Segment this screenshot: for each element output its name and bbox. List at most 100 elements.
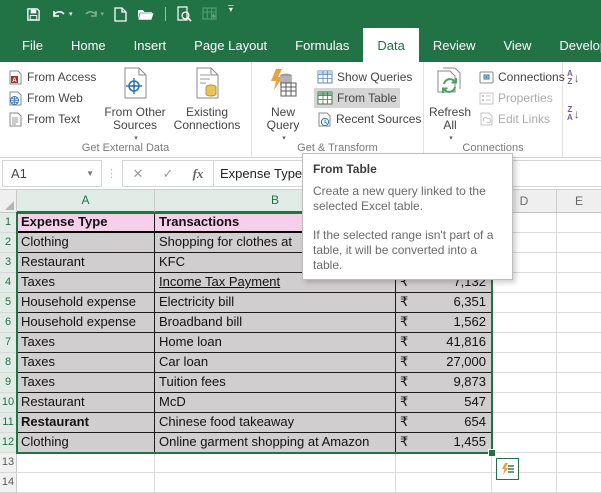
row-header-7[interactable]: 7 [0, 333, 17, 353]
cell-D12[interactable] [492, 433, 557, 453]
row-header-6[interactable]: 6 [0, 313, 17, 333]
tab-file[interactable]: File [8, 28, 57, 62]
cell-C14[interactable] [396, 473, 492, 493]
cell-E7[interactable] [557, 333, 601, 353]
column-header-a[interactable]: A [17, 190, 155, 213]
from-table-button[interactable]: From Table [314, 88, 400, 108]
cell-D6[interactable] [492, 313, 557, 333]
tab-data[interactable]: Data [363, 28, 419, 62]
cell-B5[interactable]: Electricity bill [155, 293, 396, 313]
cell-A14[interactable] [17, 473, 155, 493]
cell-B11[interactable]: Chinese food takeaway [155, 413, 396, 433]
cell-D10[interactable] [492, 393, 557, 413]
cell-E3[interactable] [557, 253, 601, 273]
tab-review[interactable]: Review [419, 28, 490, 62]
cell-E14[interactable] [557, 473, 601, 493]
quick-analysis-button[interactable] [496, 458, 519, 480]
insert-function-icon[interactable]: fx [183, 166, 213, 182]
refresh-all-button[interactable]: Refresh All ▾ [426, 64, 474, 142]
cell-B9[interactable]: Tuition fees [155, 373, 396, 393]
new-document-icon[interactable] [114, 4, 127, 24]
cell-E9[interactable] [557, 373, 601, 393]
cell-E10[interactable] [557, 393, 601, 413]
cell-E8[interactable] [557, 353, 601, 373]
cell-C10[interactable]: ₹547 [396, 393, 492, 413]
row-header-13[interactable]: 13 [0, 453, 17, 473]
tab-insert[interactable]: Insert [120, 28, 181, 62]
show-queries-button[interactable]: Show Queries [314, 67, 415, 87]
from-web-button[interactable]: From Web [5, 88, 86, 108]
cell-D11[interactable] [492, 413, 557, 433]
cell-E13[interactable] [557, 453, 601, 473]
row-header-11[interactable]: 11 [0, 413, 17, 433]
undo-caret-icon[interactable]: ▾ [69, 10, 73, 18]
from-text-button[interactable]: From Text [5, 109, 83, 129]
cell-D7[interactable] [492, 333, 557, 353]
cell-E5[interactable] [557, 293, 601, 313]
cell-A11[interactable]: Restaurant [17, 413, 155, 433]
row-header-4[interactable]: 4 [0, 273, 17, 293]
cell-D5[interactable] [492, 293, 557, 313]
row-header-5[interactable]: 5 [0, 293, 17, 313]
cell-B13[interactable] [155, 453, 396, 473]
cell-B12[interactable]: Online garment shopping at Amazon [155, 433, 396, 453]
cell-A12[interactable]: Clothing [17, 433, 155, 453]
tab-home[interactable]: Home [57, 28, 120, 62]
cell-B14[interactable] [155, 473, 396, 493]
cell-C9[interactable]: ₹9,873 [396, 373, 492, 393]
open-folder-icon[interactable] [137, 4, 155, 24]
existing-connections-button[interactable]: Existing Connections [174, 64, 240, 140]
row-header-10[interactable]: 10 [0, 393, 17, 413]
sort-descending-button[interactable]: Z A ↓ [567, 106, 580, 122]
row-header-3[interactable]: 3 [0, 253, 17, 273]
print-preview-icon[interactable] [176, 4, 192, 24]
recent-sources-button[interactable]: Recent Sources [314, 109, 424, 129]
tab-page-layout[interactable]: Page Layout [180, 28, 281, 62]
row-header-12[interactable]: 12 [0, 433, 17, 453]
cell-A1[interactable]: Expense Type [17, 213, 155, 233]
namebox-caret-icon[interactable]: ▼ [86, 169, 94, 178]
cell-B6[interactable]: Broadband bill [155, 313, 396, 333]
cell-E6[interactable] [557, 313, 601, 333]
cell-C5[interactable]: ₹6,351 [396, 293, 492, 313]
cell-C11[interactable]: ₹654 [396, 413, 492, 433]
cell-C6[interactable]: ₹1,562 [396, 313, 492, 333]
from-other-sources-button[interactable]: From Other Sources ▾ [103, 64, 167, 142]
cell-A4[interactable]: Taxes [17, 273, 155, 293]
cell-A8[interactable]: Taxes [17, 353, 155, 373]
quick-table-icon[interactable] [202, 4, 218, 24]
cell-C12[interactable]: ₹1,455 [396, 433, 492, 453]
connections-button[interactable]: Connections [476, 67, 568, 87]
from-access-button[interactable]: A From Access [5, 67, 99, 87]
cell-D8[interactable] [492, 353, 557, 373]
cell-C7[interactable]: ₹41,816 [396, 333, 492, 353]
cell-C8[interactable]: ₹27,000 [396, 353, 492, 373]
cell-E4[interactable] [557, 273, 601, 293]
tab-developer[interactable]: Developer [545, 28, 601, 62]
redo-icon[interactable]: ▾ [83, 4, 105, 24]
cell-B7[interactable]: Home loan [155, 333, 396, 353]
cell-A7[interactable]: Taxes [17, 333, 155, 353]
sort-ascending-button[interactable]: A Z ↓ [567, 70, 580, 86]
enter-icon[interactable]: ✓ [153, 166, 183, 182]
cell-E12[interactable] [557, 433, 601, 453]
column-header-e[interactable]: E [557, 190, 601, 213]
cell-C13[interactable] [396, 453, 492, 473]
cell-B10[interactable]: McD [155, 393, 396, 413]
cell-A3[interactable]: Restaurant [17, 253, 155, 273]
row-header-2[interactable]: 2 [0, 233, 17, 253]
cancel-icon[interactable]: ✕ [123, 166, 153, 182]
cell-A13[interactable] [17, 453, 155, 473]
cell-D9[interactable] [492, 373, 557, 393]
cell-A6[interactable]: Household expense [17, 313, 155, 333]
cell-A10[interactable]: Restaurant [17, 393, 155, 413]
redo-caret-icon[interactable]: ▾ [101, 10, 105, 18]
name-box[interactable]: A1 ▼ [2, 160, 102, 187]
row-header-1[interactable]: 1 [0, 213, 17, 233]
row-header-14[interactable]: 14 [0, 473, 17, 493]
cell-E2[interactable] [557, 233, 601, 253]
tab-view[interactable]: View [489, 28, 545, 62]
cell-E11[interactable] [557, 413, 601, 433]
cell-A9[interactable]: Taxes [17, 373, 155, 393]
customize-toolbar-icon[interactable]: ─ ▾ [228, 2, 234, 24]
